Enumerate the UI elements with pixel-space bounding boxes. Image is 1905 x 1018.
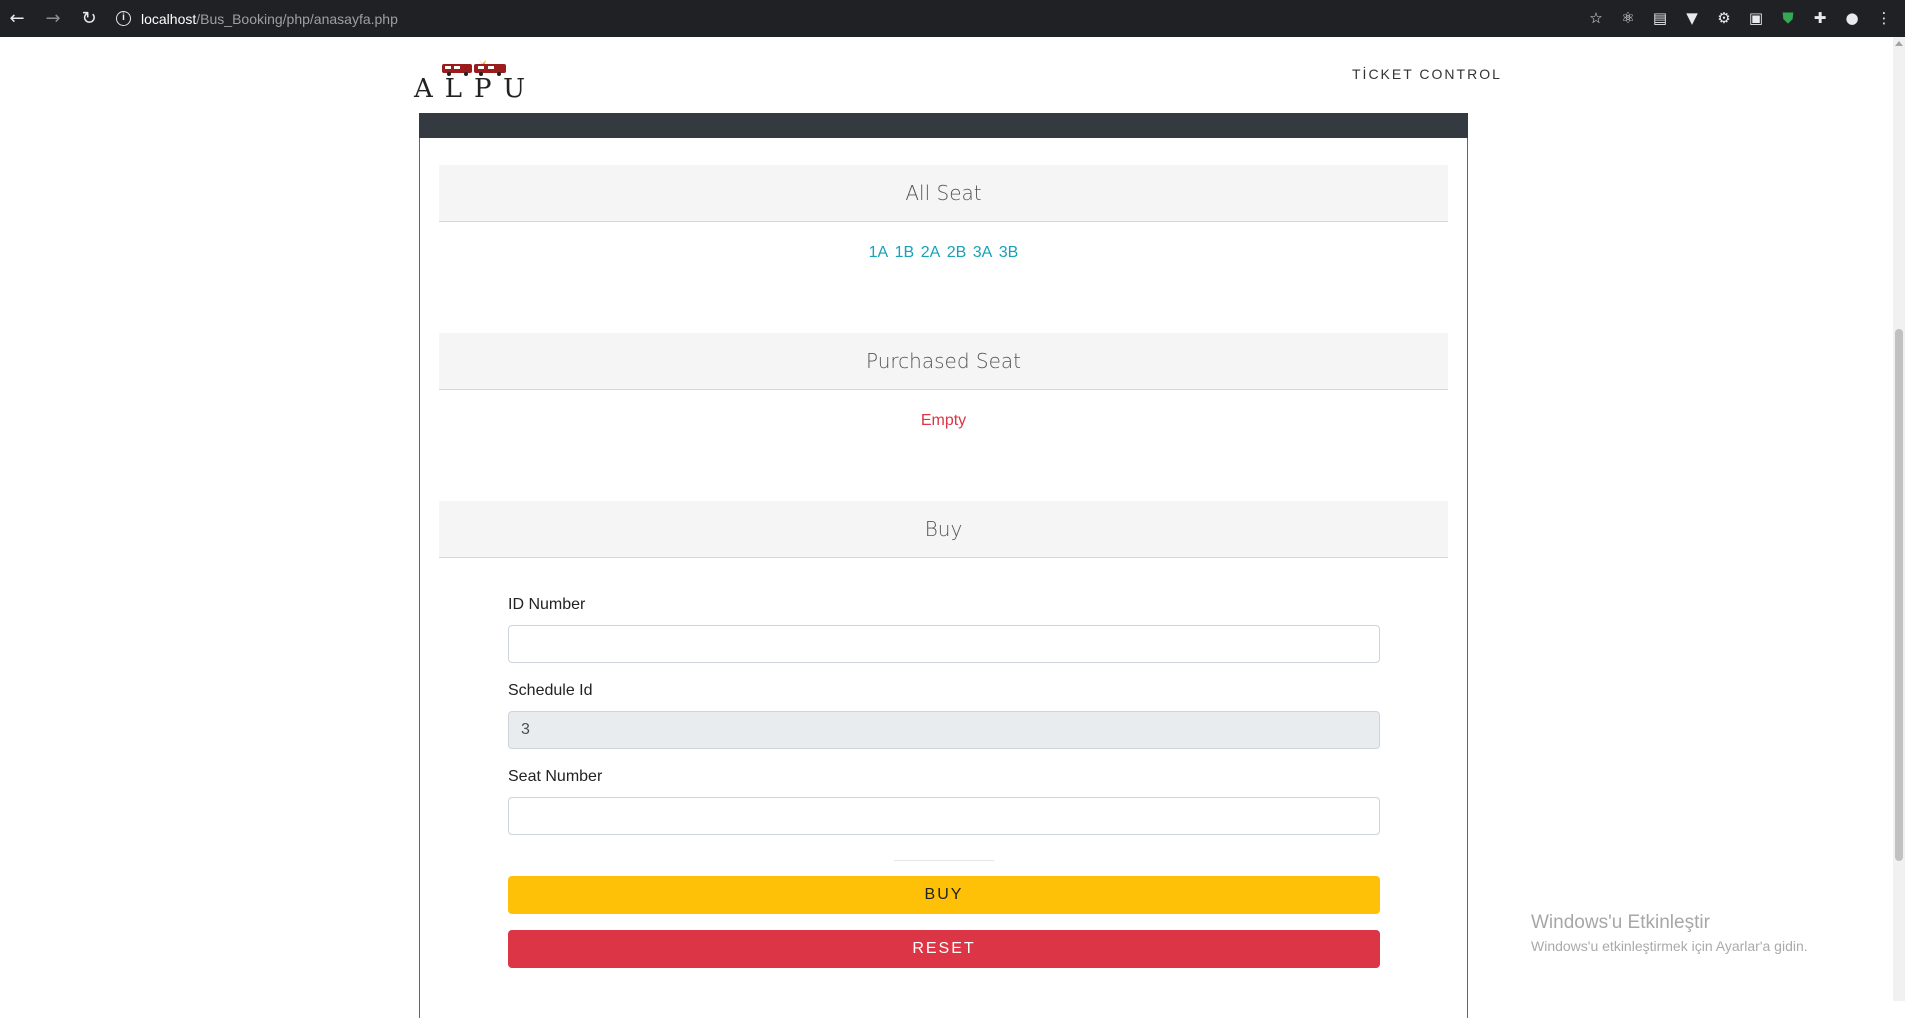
windows-activation-watermark: Windows'u Etkinleştir Windows'u etkinleş… — [1531, 912, 1808, 954]
purchased-status: Empty — [920, 412, 967, 429]
watermark-subtitle: Windows'u etkinleştirmek için Ayarlar'a … — [1531, 938, 1808, 954]
seat-number-input[interactable] — [508, 797, 1380, 835]
menu-dots-icon[interactable]: ⋮ — [1875, 11, 1893, 26]
screen-extension-icon[interactable]: ▣ — [1747, 11, 1765, 26]
puzzle-icon[interactable]: ✚ — [1811, 11, 1829, 26]
seat-link[interactable]: 2A — [921, 244, 941, 261]
bookmark-star-icon[interactable]: ☆ — [1587, 11, 1605, 26]
seat-link[interactable]: 2B — [947, 244, 967, 261]
seat-link[interactable]: 1B — [895, 244, 915, 261]
scrollbar-thumb[interactable] — [1895, 329, 1903, 861]
schedule-id-label: Schedule Id — [508, 682, 593, 699]
buy-button[interactable]: BUY — [508, 876, 1380, 914]
forward-arrow-icon[interactable]: → — [42, 9, 64, 28]
shield-extension-icon[interactable]: ⛊ — [1779, 11, 1797, 26]
window-extension-icon[interactable]: ▤ — [1651, 11, 1669, 26]
reload-icon[interactable]: ↻ — [78, 9, 100, 28]
brand-logo[interactable]: ALPU — [414, 50, 548, 104]
ticket-control-link[interactable]: TİCKET CONTROL — [1352, 66, 1502, 82]
purchased-seat-header: Purchased Seat — [439, 333, 1448, 390]
dark-nav-bar — [419, 113, 1468, 138]
tools-extension-icon[interactable]: ⚙ — [1715, 11, 1733, 26]
id-number-input[interactable] — [508, 625, 1380, 663]
seat-link[interactable]: 3B — [999, 244, 1019, 261]
address-bar[interactable]: i localhost/Bus_Booking/php/anasayfa.php — [116, 11, 398, 27]
watermark-title: Windows'u Etkinleştir — [1531, 912, 1710, 933]
seat-list: 1A 1B 2A 2B 3A 3B — [439, 244, 1448, 262]
url-path: /Bus_Booking/php/anasayfa.php — [196, 10, 398, 27]
vue-extension-icon[interactable]: ▼ — [1683, 11, 1701, 26]
site-info-icon[interactable]: i — [116, 11, 131, 26]
page-scrollbar[interactable] — [1893, 37, 1905, 1001]
url-host: localhost — [141, 10, 197, 27]
id-number-label: ID Number — [508, 596, 586, 613]
seat-link[interactable]: 3A — [973, 244, 993, 261]
buy-header: Buy — [439, 501, 1448, 558]
react-extension-icon[interactable]: ⚛ — [1619, 11, 1637, 26]
profile-icon[interactable]: ● — [1843, 11, 1861, 26]
seat-number-label: Seat Number — [508, 768, 603, 785]
seat-link[interactable]: 1A — [869, 244, 889, 261]
schedule-id-input — [508, 711, 1380, 749]
reset-button[interactable]: RESET — [508, 930, 1380, 968]
brand-text: ALPU — [414, 74, 537, 104]
form-divider — [894, 860, 994, 861]
scroll-up-arrow-icon[interactable] — [1895, 41, 1903, 46]
back-arrow-icon[interactable]: ← — [6, 9, 28, 28]
all-seat-header: All Seat — [439, 165, 1448, 222]
browser-toolbar: ← → ↻ i localhost/Bus_Booking/php/anasay… — [0, 0, 1905, 37]
